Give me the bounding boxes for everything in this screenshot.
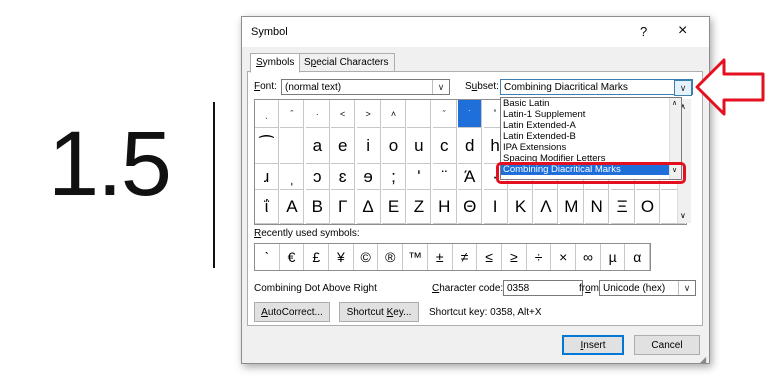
recent-symbol-cell[interactable]: € <box>280 244 305 270</box>
list-item[interactable]: Latin Extended-A <box>501 120 681 131</box>
symbol-cell[interactable]: ɔ <box>305 164 330 190</box>
text-cursor <box>213 102 215 268</box>
recent-symbol-cell[interactable]: ® <box>379 244 404 270</box>
symbol-cell[interactable]: ɛ <box>331 164 356 190</box>
cancel-button[interactable]: Cancel <box>634 335 700 355</box>
symbol-cell[interactable]: · <box>305 100 330 128</box>
list-item[interactable]: IPA Extensions <box>501 142 681 153</box>
symbol-cell[interactable]: ̈ <box>432 164 457 190</box>
shortcut-key-button[interactable]: Shortcut Key... <box>339 302 419 322</box>
symbol-cell[interactable]: Ε <box>382 190 406 224</box>
insert-button[interactable]: Insert <box>562 335 624 355</box>
recent-symbol-cell[interactable]: ≤ <box>477 244 502 270</box>
symbol-cell[interactable]: ˌ <box>280 164 305 190</box>
chevron-down-icon[interactable]: ∨ <box>432 80 449 94</box>
symbol-cell[interactable]: ʹ <box>407 164 432 190</box>
symbol-dialog: Symbol ? × Symbols Special Characters Fo… <box>241 16 710 364</box>
symbol-cell[interactable]: ; <box>382 164 406 190</box>
symbol-cell[interactable]: Ι <box>483 190 508 224</box>
symbol-cell[interactable]: Θ <box>458 190 483 224</box>
close-button[interactable]: × <box>678 22 687 40</box>
symbol-cell[interactable]: Β <box>305 190 330 224</box>
dialog-title: Symbol <box>251 26 288 38</box>
from-select[interactable]: Unicode (hex) ∨ <box>599 280 696 296</box>
symbol-cell[interactable]: Λ <box>534 190 559 224</box>
font-select[interactable]: (normal text) ∨ <box>281 79 450 95</box>
red-arrow-annotation-icon <box>695 58 765 116</box>
recent-symbol-cell[interactable]: ™ <box>403 244 428 270</box>
symbol-cell[interactable]: Γ <box>331 190 356 224</box>
symbol-cell[interactable]: Α <box>280 190 305 224</box>
resize-grip-icon[interactable]: ◢ <box>700 355 706 364</box>
symbol-cell[interactable]: ˇ <box>432 100 457 128</box>
recent-symbol-cell[interactable]: £ <box>304 244 330 270</box>
symbol-cell[interactable]: ɘ <box>356 164 381 190</box>
symbol-cell[interactable]: Ν <box>585 190 610 224</box>
character-name: Combining Dot Above Right <box>254 283 377 294</box>
document-text: 1.5 <box>48 113 172 215</box>
recent-symbol-cell[interactable]: ˋ <box>255 244 280 270</box>
symbol-cell[interactable]: u <box>407 128 432 164</box>
list-item[interactable]: Latin Extended-B <box>501 131 681 142</box>
symbol-cell[interactable]: Ο <box>636 190 660 224</box>
subset-select[interactable]: Combining Diacritical Marks ∨ <box>500 79 693 96</box>
tab-special-characters[interactable]: Special Characters <box>298 53 395 72</box>
recent-symbol-cell[interactable]: × <box>551 244 577 270</box>
symbol-cell[interactable]: ˃ <box>356 100 381 128</box>
recent-symbol-cell[interactable]: α <box>626 244 651 270</box>
recent-symbol-cell[interactable]: © <box>354 244 379 270</box>
character-code-input[interactable]: 0358 <box>503 280 583 296</box>
symbol-cell[interactable]: ˆ <box>280 100 305 128</box>
symbol-cell[interactable]: ⁀ <box>255 128 279 164</box>
symbol-cell[interactable]: Κ <box>509 190 533 224</box>
symbol-cell[interactable]: e <box>331 128 356 164</box>
chevron-down-icon[interactable]: ∨ <box>678 281 695 295</box>
symbol-cell[interactable]: Η <box>432 190 457 224</box>
recent-symbol-cell[interactable]: ∞ <box>576 244 601 270</box>
chevron-down-icon[interactable]: ∨ <box>674 80 692 96</box>
symbol-cell[interactable]: o <box>382 128 406 164</box>
recent-symbol-cell[interactable]: ÷ <box>527 244 552 270</box>
symbol-cell[interactable]: a <box>305 128 330 164</box>
title-bar: Symbol ? × <box>242 17 709 47</box>
symbol-cell[interactable] <box>407 100 432 128</box>
tab-symbols[interactable]: Symbols <box>250 53 301 73</box>
symbol-cell[interactable]: ˄ <box>382 100 406 128</box>
recent-label: Recently used symbols: <box>254 228 360 239</box>
character-code-label: Character code: <box>432 283 504 294</box>
recent-symbol-cell[interactable]: ≠ <box>453 244 478 270</box>
list-item[interactable]: Basic Latin <box>501 98 681 109</box>
recent-symbol-cell[interactable]: ± <box>428 244 453 270</box>
recent-symbols: ˋ € £ ¥ © ® ™ ± ≠ ≤ ≥ ÷ × ∞ µ α <box>254 243 652 271</box>
symbol-cell[interactable]: Ζ <box>407 190 432 224</box>
symbol-cell[interactable]: ɹ <box>255 164 279 190</box>
symbol-cell[interactable]: d <box>458 128 483 164</box>
shortcut-key-text: Shortcut key: 0358, Alt+X <box>429 307 542 318</box>
scroll-down-icon[interactable]: ∨ <box>680 211 686 220</box>
symbol-cell[interactable]: i <box>356 128 381 164</box>
recent-symbol-cell[interactable]: µ <box>601 244 626 270</box>
symbol-cell[interactable]: c <box>432 128 457 164</box>
symbol-cell[interactable]: Μ <box>559 190 584 224</box>
symbol-cell[interactable]: ˂ <box>331 100 356 128</box>
symbol-cell[interactable]: Δ <box>356 190 381 224</box>
list-item[interactable]: Latin-1 Supplement <box>501 109 681 120</box>
help-button[interactable]: ? <box>640 24 647 39</box>
autocorrect-button[interactable]: AutoCorrect... <box>254 302 330 322</box>
symbol-cell[interactable]: ˎ <box>255 100 279 128</box>
symbol-cell[interactable]: ˙ <box>458 100 483 128</box>
symbol-cell[interactable]: Ά <box>458 164 483 190</box>
symbol-cell[interactable]: ΐ <box>255 190 279 224</box>
symbol-cell[interactable] <box>280 128 305 164</box>
recent-symbol-cell[interactable]: ¥ <box>329 244 354 270</box>
symbol-cell[interactable]: Ξ <box>610 190 635 224</box>
highlight-annotation <box>496 162 686 184</box>
recent-symbol-cell[interactable]: ≥ <box>502 244 527 270</box>
scroll-up-icon[interactable]: ∧ <box>672 99 677 107</box>
subset-label: Subset: <box>465 81 499 92</box>
font-label: Font: <box>254 81 277 92</box>
